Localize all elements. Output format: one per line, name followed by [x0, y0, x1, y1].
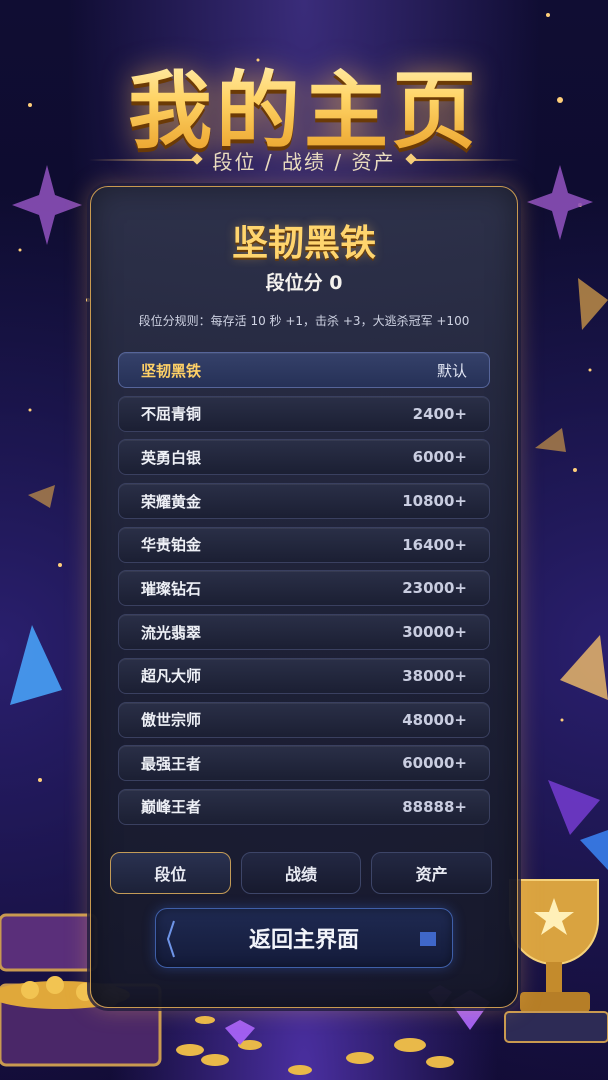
tier-row: 华贵铂金 16400+ [118, 526, 490, 563]
tier-threshold: 38000+ [402, 666, 467, 685]
tier-name: 华贵铂金 [141, 536, 202, 555]
tier-row: 最强王者 60000+ [118, 745, 490, 782]
tier-name: 最强王者 [141, 754, 202, 773]
rank-rule-text: 段位分规则：每存活 10 秒 +1，击杀 +3，大逃杀冠军 +100 [138, 314, 470, 328]
triangle-left-icon [28, 485, 55, 508]
tier-threshold: 10800+ [402, 492, 467, 511]
tab-bar: 段位 战绩 资产 [110, 852, 493, 894]
tier-row: 超凡大师 38000+ [118, 657, 490, 694]
tier-row: 傲世宗师 48000+ [118, 701, 490, 738]
back-button-label: 返回主界面 [248, 928, 359, 953]
tier-threshold: 30000+ [402, 623, 467, 642]
tier-threshold: 88888+ [402, 797, 467, 816]
tier-name: 璀璨钻石 [141, 579, 202, 598]
tier-name: 坚韧黑铁 [141, 361, 202, 380]
rank-score: 段位分 0 [265, 272, 343, 294]
tab-rank[interactable]: 段位 [110, 852, 231, 894]
tier-row: 流光翡翠 30000+ [118, 614, 490, 651]
back-to-main-button[interactable]: 返回主界面 [155, 908, 453, 968]
tier-threshold: 默认 [436, 361, 467, 380]
tier-row: 坚韧黑铁 默认 [118, 352, 490, 388]
tier-threshold: 23000+ [402, 579, 467, 598]
tier-row: 巅峰王者 88888+ [118, 788, 490, 825]
tier-threshold: 48000+ [402, 710, 467, 729]
star-right-icon [527, 165, 593, 240]
tier-name: 傲世宗师 [141, 711, 202, 729]
coins-floor [176, 1016, 454, 1075]
triangle-small-right-icon [535, 428, 566, 452]
crystal-left-icon [10, 625, 62, 705]
star-left-icon [12, 165, 82, 245]
page-subtitle: 段位 / 战绩 / 资产 [212, 149, 396, 174]
crystal-purple-icon [548, 780, 600, 835]
tier-name: 英勇白银 [141, 448, 202, 467]
tier-row: 英勇白银 6000+ [118, 439, 490, 476]
tier-name: 流光翡翠 [141, 623, 202, 642]
tab-record[interactable]: 战绩 [240, 852, 362, 894]
divider-right [409, 159, 520, 161]
tier-name: 荣耀黄金 [141, 492, 202, 511]
tier-name: 不屈青铜 [141, 405, 202, 424]
tier-threshold: 6000+ [412, 448, 467, 467]
square-icon [420, 932, 436, 946]
triangle-right-icon [578, 278, 608, 330]
crystal-right-icon [560, 635, 608, 700]
subtitle-row: 段位 / 战绩 / 资产 [0, 146, 608, 174]
current-rank-name: 坚韧黑铁 [231, 223, 376, 264]
tab-assets[interactable]: 资产 [371, 852, 493, 894]
tier-threshold: 60000+ [402, 754, 467, 773]
chevron-left-icon [166, 920, 175, 958]
tier-name: 超凡大师 [141, 667, 202, 686]
tier-threshold: 16400+ [402, 535, 467, 554]
tier-threshold: 2400+ [412, 404, 467, 423]
trophy-icon [504, 879, 608, 1043]
tier-row: 荣耀黄金 10800+ [118, 483, 490, 520]
divider-left [88, 159, 199, 161]
tier-row: 璀璨钻石 23000+ [118, 570, 490, 607]
tier-row: 不屈青铜 2400+ [118, 395, 490, 432]
tier-name: 巅峰王者 [141, 798, 202, 817]
tier-list: 坚韧黑铁 默认 不屈青铜 2400+ 英勇白银 6000+ 荣耀黄金 10800… [118, 352, 490, 833]
crystal-blue-icon [580, 830, 608, 870]
